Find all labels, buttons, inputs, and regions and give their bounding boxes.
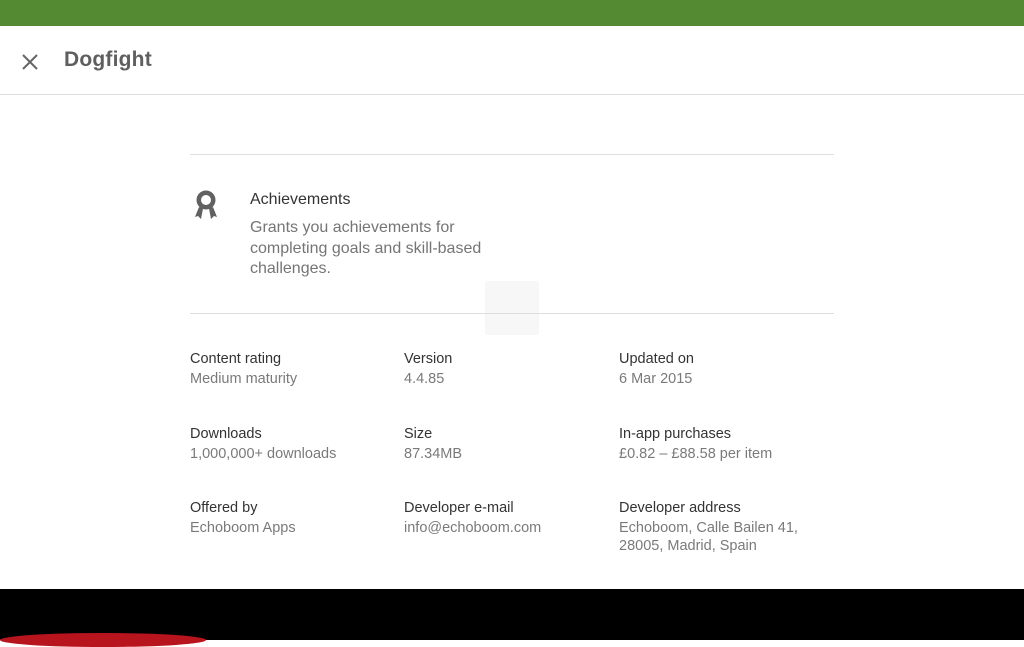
version-value: 4.4.85 (404, 371, 445, 387)
app-details-content[interactable]: Achievements Grants you achievements for… (0, 95, 1024, 588)
status-bar (0, 0, 1024, 26)
downloads-value: 1,000,000+ downloads (190, 446, 337, 462)
red-accent-shape (0, 633, 206, 647)
developer-email-label: Developer e-mail (404, 500, 514, 516)
in-app-purchases-label: In-app purchases (619, 426, 732, 442)
version-info: Version 4.4.85 (404, 350, 452, 388)
developer-address-info: Developer address Echoboom, Calle Bailen… (619, 499, 798, 555)
developer-address-label: Developer address (619, 500, 741, 516)
content-rating-label: Content rating (190, 351, 282, 367)
content-rating-value: Medium maturity (190, 371, 298, 387)
updated-on-value: 6 Mar 2015 (619, 371, 693, 387)
divider (190, 154, 834, 155)
achievements-description: Grants you achievements for completing g… (250, 219, 482, 277)
in-app-purchases-info: In-app purchases £0.82 – £88.58 per item (619, 425, 772, 463)
divider (190, 313, 834, 314)
offered-by-value[interactable]: Echoboom Apps (190, 519, 296, 537)
version-label: Version (404, 351, 453, 367)
developer-email-info: Developer e-mail info@echoboom.com (404, 499, 541, 537)
downloads-label: Downloads (190, 426, 262, 442)
developer-email-link[interactable]: info@echoboom.com (404, 519, 541, 537)
developer-address-value: Echoboom, Calle Bailen 41, 28005, Madrid… (619, 520, 798, 554)
page-title: Dogfight (64, 48, 152, 71)
size-label: Size (404, 426, 433, 442)
navigation-bar (0, 589, 1024, 640)
updated-on-info: Updated on 6 Mar 2015 (619, 350, 694, 388)
content-rating-info: Content rating Medium maturity (190, 350, 297, 388)
app-bar: Dogfight (0, 26, 1024, 95)
achievements-title: Achievements (250, 191, 351, 208)
watermark (485, 281, 539, 335)
size-info: Size 87.34MB (404, 425, 462, 463)
size-value: 87.34MB (404, 446, 463, 462)
updated-on-label: Updated on (619, 351, 694, 367)
downloads-info: Downloads 1,000,000+ downloads (190, 425, 336, 463)
in-app-purchases-value: £0.82 – £88.58 per item (619, 446, 773, 462)
offered-by-label: Offered by (190, 500, 258, 516)
close-icon (22, 54, 38, 70)
offered-by-info: Offered by Echoboom Apps (190, 499, 296, 537)
close-button[interactable] (14, 46, 46, 78)
award-ribbon-icon (195, 190, 217, 219)
